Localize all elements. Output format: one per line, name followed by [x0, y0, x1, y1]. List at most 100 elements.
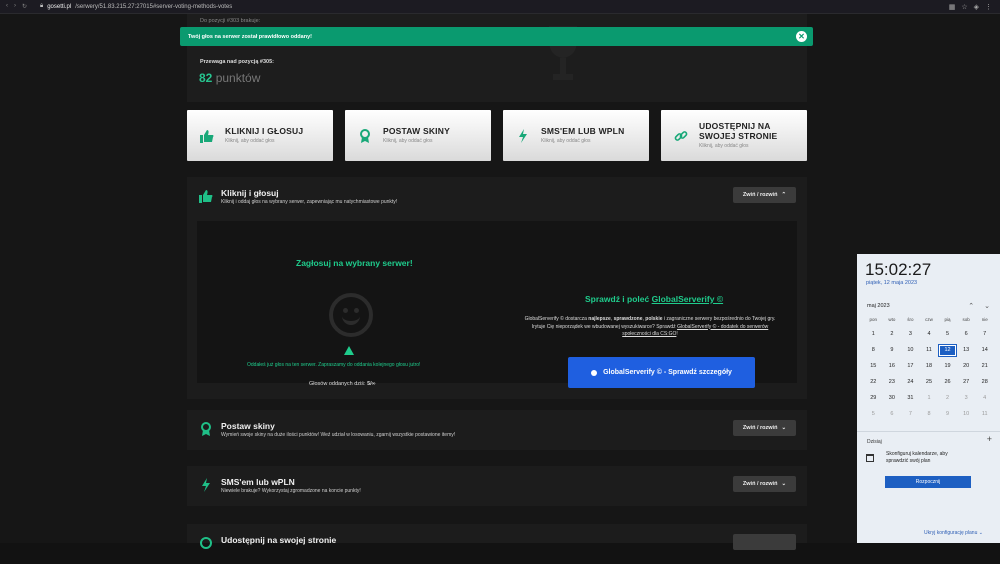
section-title: Postaw skiny — [221, 421, 275, 431]
calendar-day[interactable]: 28 — [975, 376, 994, 389]
bookmark-icon[interactable]: ☆ — [961, 3, 967, 11]
clock-date[interactable]: piątek, 12 maja 2023 — [866, 280, 917, 286]
method-click-vote[interactable]: KLIKNIJ I GŁOSUJ Kliknij, aby oddać głos — [187, 110, 333, 161]
section-title: Kliknij i głosuj — [221, 188, 279, 198]
lightning-icon — [515, 128, 531, 144]
method-sub: Kliknij, aby oddać głos — [225, 138, 275, 145]
chevron-up-icon[interactable]: ⌃ — [968, 302, 974, 310]
browser-toolbar: ‹ › ↻ 🔒︎ gosetti.pl/serwery/51.83.215.27… — [0, 0, 1000, 14]
weekday-header: sob — [962, 317, 970, 322]
vote-panel: Zagłosuj na wybrany serwer! Oddałeś już … — [197, 221, 797, 388]
calendar-day[interactable]: 5 — [938, 328, 957, 341]
calendar-day[interactable]: 8 — [920, 408, 939, 421]
browser-nav: ‹ › ↻ — [0, 3, 40, 10]
calendar-day[interactable]: 8 — [864, 344, 883, 357]
shield-icon[interactable]: ◈ — [974, 3, 979, 11]
calendar-day[interactable]: 1 — [920, 392, 939, 405]
calendar-day[interactable]: 17 — [901, 360, 920, 373]
weekday-header: wto — [888, 317, 896, 322]
calendar-day[interactable]: 11 — [975, 408, 994, 421]
calendar-icon — [866, 454, 874, 462]
calendar-day[interactable]: 15 — [864, 360, 883, 373]
calendar-day[interactable]: 27 — [957, 376, 976, 389]
page-content: Do pozycji #303 brakuje: Przewaga nad po… — [0, 14, 1000, 550]
gs-title-prefix: Sprawdź i poleć — [585, 294, 650, 304]
section-header: Postaw skiny Wymień swoje skiny na duże … — [187, 410, 807, 450]
calendar-day[interactable]: 26 — [938, 376, 957, 389]
smiley-mouth — [342, 310, 360, 325]
start-button[interactable]: Rozpocznij — [885, 476, 971, 488]
calendar-day[interactable]: 29 — [864, 392, 883, 405]
calendar-day[interactable]: 7 — [975, 328, 994, 341]
calendar-day[interactable]: 9 — [883, 344, 902, 357]
back-icon[interactable]: ‹ — [6, 3, 8, 10]
calendar-day[interactable]: 2 — [938, 392, 957, 405]
thumbs-up-icon — [199, 189, 213, 203]
address-bar[interactable]: 🔒︎ gosetti.pl/serwery/51.83.215.27:27015… — [40, 3, 232, 10]
calendar-grid: pon wto śro czw pią sob nie 1 2 3 4 5 6 7 8 9 10 11 12 13 14… — [864, 317, 994, 421]
calendar-day[interactable]: 10 — [957, 408, 976, 421]
calendar-day[interactable]: 7 — [901, 408, 920, 421]
collapse-toggle-button[interactable]: Zwiń / rozwiń ⌄ — [733, 476, 796, 492]
calendar-day[interactable]: 3 — [957, 392, 976, 405]
calendar-day[interactable]: 10 — [901, 344, 920, 357]
method-share[interactable]: UDOSTĘPNIJ NA SWOJEJ STRONIE Kliknij, aby… — [661, 110, 807, 161]
close-icon[interactable]: ✕ — [796, 31, 807, 42]
calendar-day[interactable]: 5 — [864, 408, 883, 421]
method-sms[interactable]: SMS'EM LUB WPLN Kliknij, aby oddać głos — [503, 110, 649, 161]
method-skins[interactable]: POSTAW SKINY Kliknij, aby oddać głos — [345, 110, 491, 161]
calendar-day[interactable]: 20 — [957, 360, 976, 373]
calendar-day[interactable]: 9 — [938, 408, 957, 421]
chevron-up-icon: ⌃ — [781, 192, 787, 198]
calendar-day[interactable]: 3 — [901, 328, 920, 341]
globalserverify-button[interactable]: GlobalServerify © - Sprawdź szczegóły — [568, 357, 755, 388]
url-path: /serwery/51.83.215.27:27015#server-votin… — [75, 3, 233, 10]
thumbs-up-icon — [199, 128, 215, 144]
warning-icon — [344, 346, 354, 355]
calendar-day[interactable]: 31 — [901, 392, 920, 405]
points-display: 82 punktów — [199, 71, 260, 85]
calendar-day[interactable]: 13 — [957, 344, 976, 357]
calendar-day-today[interactable]: 12 — [938, 344, 957, 357]
calendar-day[interactable]: 21 — [975, 360, 994, 373]
add-event-icon[interactable]: + — [987, 434, 992, 444]
calendar-day[interactable]: 25 — [920, 376, 939, 389]
settings-icon[interactable]: ⋮ — [985, 3, 992, 11]
section-share: Udostępnij na swojej stronie — [187, 524, 807, 550]
weekday-header: pon — [869, 317, 878, 322]
calendar-day[interactable]: 6 — [883, 408, 902, 421]
forward-icon[interactable]: › — [14, 3, 16, 10]
collapse-toggle-button[interactable]: Zwiń / rozwiń ⌃ — [733, 187, 796, 203]
calendar-day[interactable]: 23 — [883, 376, 902, 389]
calendar-month[interactable]: maj 2023 — [867, 303, 890, 309]
calendar-day[interactable]: 4 — [920, 328, 939, 341]
collapse-toggle-button[interactable] — [733, 534, 796, 550]
advantage-label: Przewaga nad pozycją #305: — [200, 59, 274, 65]
calendar-day[interactable]: 22 — [864, 376, 883, 389]
calendar-day[interactable]: 2 — [883, 328, 902, 341]
calendar-nav: ⌃ ⌄ — [968, 302, 990, 310]
smiley-icon — [329, 293, 373, 337]
calendar-day[interactable]: 19 — [938, 360, 957, 373]
clock-calendar-flyout: 15:02:27 piątek, 12 maja 2023 maj 2023 ⌃… — [857, 254, 1000, 543]
calendar-day[interactable]: 30 — [883, 392, 902, 405]
calendar-day[interactable]: 11 — [920, 344, 939, 357]
url-host: gosetti.pl — [47, 3, 72, 10]
calendar-day[interactable]: 14 — [975, 344, 994, 357]
calendar-day[interactable]: 1 — [864, 328, 883, 341]
hide-plan-link[interactable]: Ukryj konfigurację planu ⌄ — [924, 530, 983, 536]
globalserverify-title: Sprawdź i poleć GlobalServerify © — [585, 294, 723, 304]
gs-title-link[interactable]: GlobalServerify © — [652, 294, 723, 304]
toggle-label: Zwiń / rozwiń — [742, 425, 778, 431]
reload-icon[interactable]: ↻ — [22, 3, 27, 10]
calendar-day[interactable]: 4 — [975, 392, 994, 405]
award-icon — [357, 128, 373, 144]
chevron-down-icon[interactable]: ⌄ — [984, 302, 990, 310]
calendar-day[interactable]: 16 — [883, 360, 902, 373]
method-sub: Kliknij, aby oddać głos — [541, 138, 591, 145]
calendar-day[interactable]: 6 — [957, 328, 976, 341]
calendar-day[interactable]: 24 — [901, 376, 920, 389]
collapse-toggle-button[interactable]: Zwiń / rozwiń ⌄ — [733, 420, 796, 436]
calendar-day[interactable]: 18 — [920, 360, 939, 373]
extension-icon[interactable]: ▦ — [949, 3, 956, 11]
